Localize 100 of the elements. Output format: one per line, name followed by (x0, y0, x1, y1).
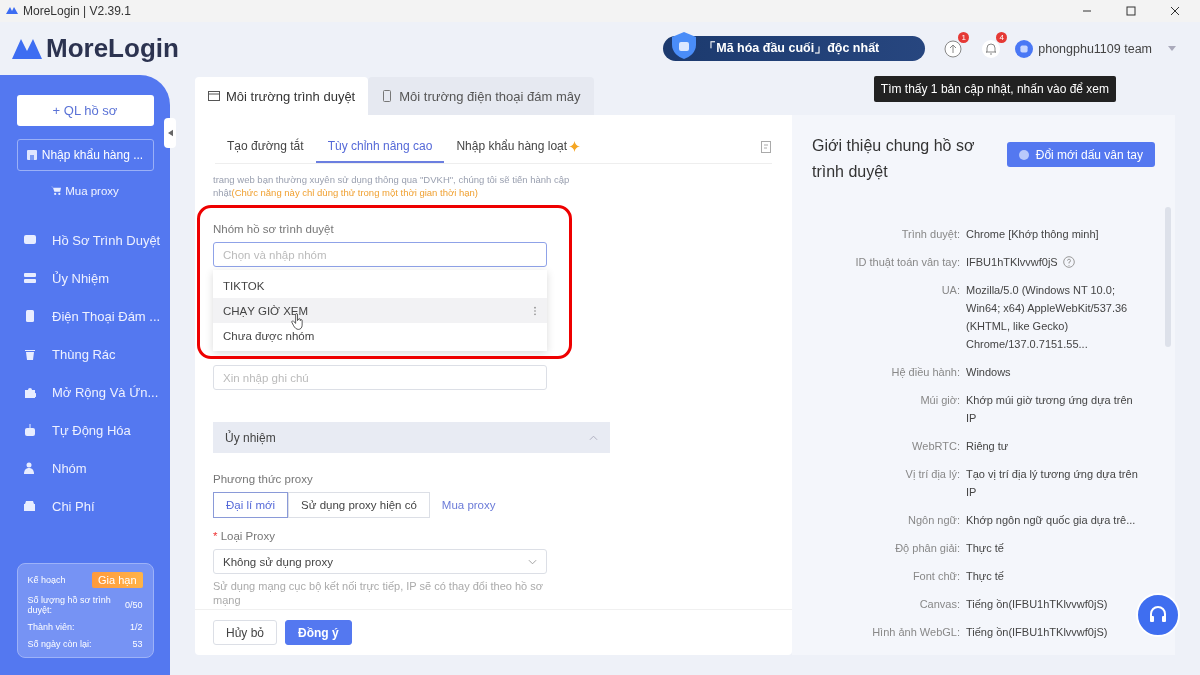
collapse-icon (167, 129, 173, 137)
info-label: Font chữ: (911, 569, 961, 584)
plan-label: Số lượng hồ sơ trình duyệt: (27, 595, 112, 615)
info-value: Riêng tư (966, 439, 1009, 454)
browser-icon (208, 90, 220, 102)
new-profile-button[interactable]: + QL hồ sơ (16, 95, 154, 126)
app-icon (6, 6, 18, 16)
notification-badge: 4 (996, 31, 1008, 43)
info-value: Windows (966, 365, 1011, 380)
headset-icon (1148, 605, 1168, 625)
nav-item[interactable]: Mở Rộng Và Ứn... (0, 373, 170, 411)
info-label: UA: (940, 283, 961, 298)
logo-text: MoreLogin (46, 33, 179, 64)
cart-icon (51, 186, 62, 196)
nav-icon (24, 424, 36, 436)
nav-item[interactable]: Ủy Nhiệm (0, 259, 170, 297)
plan-label: Số ngày còn lại: (27, 639, 92, 649)
collapse-handle[interactable] (164, 118, 176, 148)
dropdown-option[interactable]: CHẠY GIỜ XEM (213, 298, 547, 323)
nav-icon (24, 386, 36, 398)
info-label: WebRTC: (911, 439, 961, 454)
maximize-icon[interactable] (1126, 6, 1136, 16)
info-value: Chrome [Khớp thông minh] (966, 227, 1099, 242)
plan-value: 53 (132, 639, 143, 649)
confirm-button[interactable]: Đồng ý (285, 620, 352, 645)
info-label: Độ phân giải: (894, 541, 961, 556)
more-icon[interactable] (533, 305, 537, 316)
info-label: Múi giờ: (919, 393, 961, 408)
help-text: mạng (213, 593, 241, 607)
section-header[interactable]: Ủy nhiệm (213, 422, 610, 453)
info-value: IFBU1hTKlvvwf0jS (966, 255, 1058, 270)
nav-icon (24, 462, 36, 474)
info-label: Hệ điều hành: (890, 365, 961, 380)
info-label: ID thuật toán vân tay: (854, 255, 961, 270)
info-label: Canvas: (918, 597, 961, 612)
dropdown-option[interactable]: TIKTOK (213, 273, 547, 298)
group-input[interactable]: Chọn và nhập nhóm (213, 242, 547, 267)
refresh-fingerprint-button[interactable]: Đổi mới dấu vân tay (1006, 142, 1155, 167)
info-value: Tiếng ồn(IFBU1hTKlvvwf0jS) (966, 625, 1108, 640)
document-icon[interactable] (760, 141, 772, 153)
remark-input[interactable]: Xin nhập ghi chú (213, 365, 547, 390)
field-label: Nhóm hồ sơ trình duyệt (213, 223, 334, 235)
info-value: Khớp múi giờ tương ứng dựa trên IP (966, 393, 1134, 426)
sub-tab[interactable]: Tùy chỉnh nâng cao (315, 131, 445, 163)
plan-value: 1/2 (130, 622, 143, 632)
help-text: Sử dụng mạng cục bộ kết nối trực tiếp, IP sẽ có thay đổi theo hồ sơ (213, 579, 543, 593)
close-icon[interactable] (1170, 6, 1180, 16)
proxy-type-select[interactable]: Không sử dụng proxy (213, 549, 547, 574)
sub-tab[interactable]: Tạo đường tắt (215, 131, 316, 163)
update-icon[interactable] (943, 38, 964, 59)
info-value: Thực tế (966, 541, 1004, 556)
note-text: nhật(Chức năng này chỉ dùng thử trong một thời gian thời hạn) (213, 186, 478, 199)
buy-proxy-link[interactable]: Mua proxy (441, 499, 496, 511)
nav-item[interactable]: Thùng Rác (0, 335, 170, 373)
sub-tab[interactable]: Nhập khẩu hàng loạt (444, 131, 593, 163)
nav-item[interactable]: Hồ Sơ Trình Duyệt (0, 221, 170, 259)
cancel-button[interactable]: Hủy bỏ (213, 620, 278, 645)
panel-title: Giới thiệu chung hồ sơ trình duyệt (812, 136, 976, 182)
tab[interactable]: Môi trường trình duyệt (195, 77, 369, 115)
info-value: Tiếng ồn(IFBU1hTKlvvwf0jS) (966, 597, 1108, 612)
dropdown-option[interactable]: Chưa được nhóm (213, 323, 547, 348)
nav-item[interactable]: Tự Động Hóa (0, 411, 170, 449)
nav-icon (24, 234, 36, 246)
help-icon[interactable] (1062, 256, 1075, 268)
tab[interactable]: Môi trường điện thoại đám mây (368, 77, 594, 115)
info-value: Tạo vị trí địa lý tương ứng dựa trên IP (966, 467, 1139, 500)
chevron-icon (528, 558, 537, 565)
nav-icon (24, 310, 36, 322)
nav-item[interactable]: Điện Thoại Đám ... (0, 297, 170, 335)
nav-item[interactable]: Chi Phí (0, 487, 170, 525)
avatar-icon[interactable] (1015, 39, 1034, 58)
info-label: Hình ảnh WebGL: (871, 625, 961, 640)
bell-icon[interactable] (981, 38, 1002, 59)
user-name[interactable]: phongphu1109 team (1038, 41, 1152, 56)
nav-icon (24, 500, 36, 512)
import-button[interactable]: Nhập khẩu hàng ... (16, 139, 154, 171)
required-mark: * (213, 530, 218, 542)
nav-icon (24, 272, 36, 284)
info-label: Trình duyệt: (900, 227, 961, 242)
plan-value: 0/50 (124, 600, 143, 610)
segment-button[interactable]: Sử dụng proxy hiện có (288, 492, 430, 518)
nav-icon (24, 348, 36, 360)
segment-button[interactable]: Đại lí mới (213, 492, 289, 518)
hand-cursor-icon (291, 313, 304, 330)
field-label: Loại Proxy (220, 530, 276, 542)
tooltip: Tìm thấy 1 bản cập nhật, nhấn vào để xem (873, 76, 1116, 102)
field-label: Phương thức proxy (213, 473, 313, 485)
nav-item[interactable]: Nhóm (0, 449, 170, 487)
chevron-icon (589, 434, 598, 441)
buy-proxy-link[interactable]: Mua proxy (51, 185, 119, 197)
import-icon (26, 150, 37, 160)
plan-label: Thành viên: (27, 622, 75, 632)
info-value: Thực tế (966, 569, 1004, 584)
info-value: Khớp ngôn ngữ quốc gia dựa trê... (966, 513, 1136, 528)
window-title: MoreLogin | V2.39.1 (23, 4, 131, 18)
sparkle-icon (569, 140, 581, 152)
notification-badge: 1 (958, 31, 970, 43)
info-label: Vị trí địa lý: (904, 467, 961, 482)
info-value: Mozilla/5.0 (Windows NT 10.0; Win64; x64) AppleWebKit/537.36 (KHTML, like Gecko) Chrome/137.0.7151.55... (966, 283, 1129, 352)
info-label: Ngôn ngữ: (907, 513, 961, 528)
